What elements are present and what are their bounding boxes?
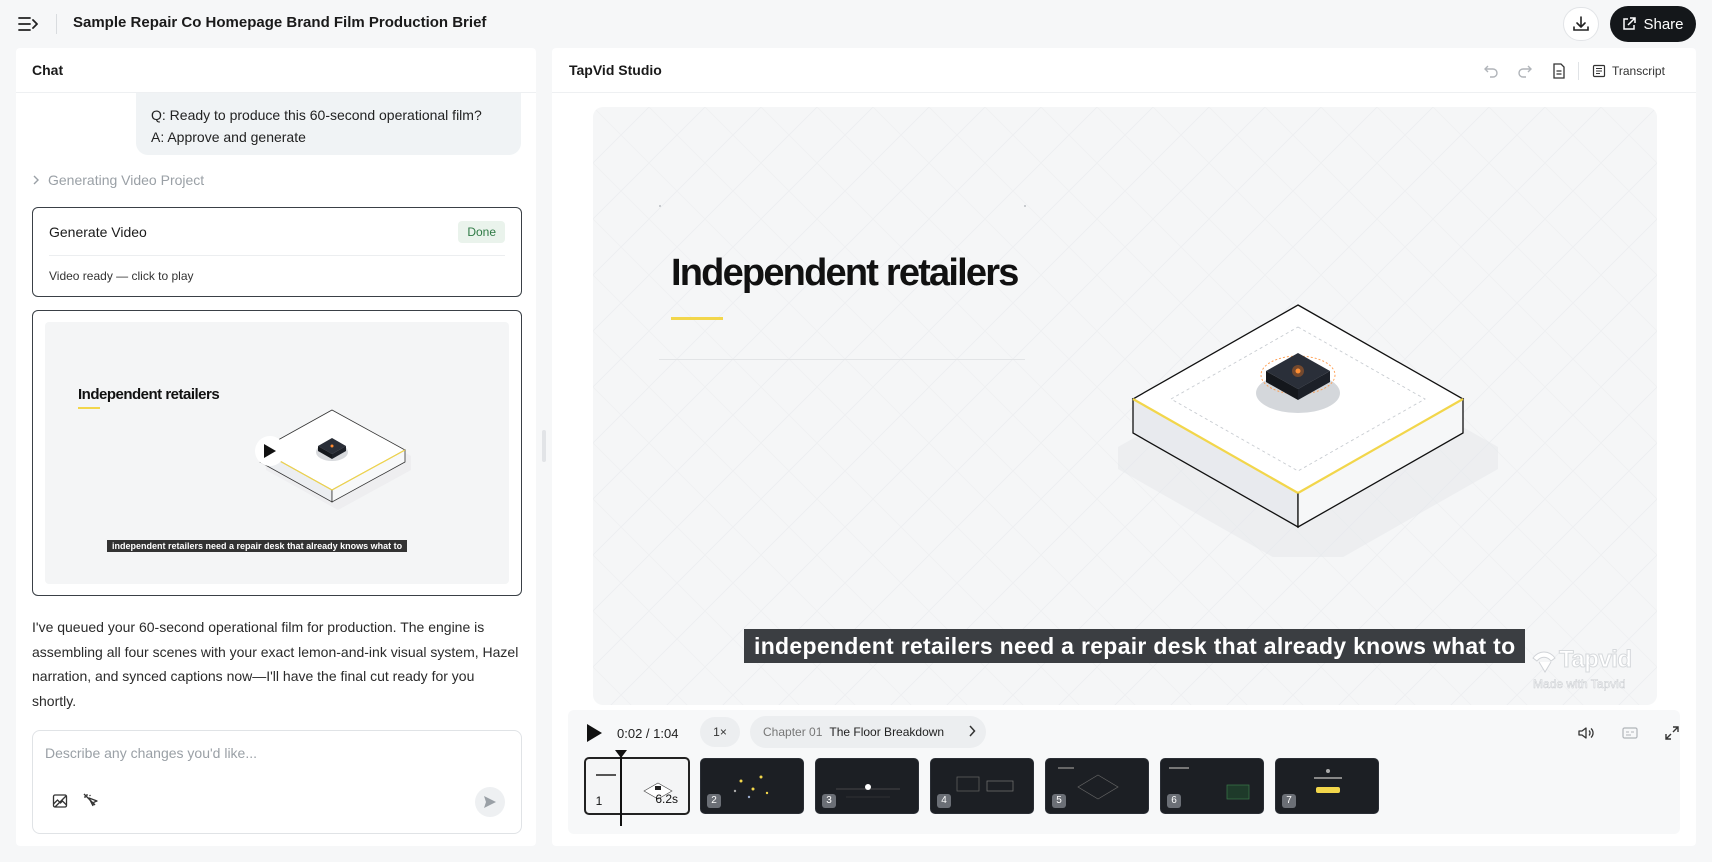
undo-icon[interactable] [1479,59,1503,83]
chapter-selector[interactable]: Chapter 01 The Floor Breakdown [750,716,986,748]
watermark-subtext: Made with Tapvid [1533,677,1626,692]
scene-thumbnail-1[interactable]: 1 6.2s [584,757,690,815]
scene-thumbnail-5[interactable]: 5 [1045,758,1149,814]
scene-thumbnail-3[interactable]: 3 [815,758,919,814]
scene-title: Independent retailers [671,252,1019,294]
preview-title-underline [78,407,100,409]
external-link-icon [1623,17,1637,30]
play-icon [587,724,602,742]
chapter-number: Chapter 01 [763,725,823,739]
download-button[interactable] [1563,7,1599,41]
share-button[interactable]: Share [1610,6,1696,42]
transcript-label: Transcript [1612,64,1665,78]
top-bar: Sample Repair Co Homepage Brand Film Pro… [0,0,1712,48]
thumbnail-number: 6 [1167,794,1181,808]
message-input[interactable] [45,741,505,765]
chevron-right-icon [33,175,39,185]
chat-title: Chat [32,62,64,78]
share-label: Share [1643,15,1684,33]
send-icon [484,796,496,808]
frame-corner-mark [1024,205,1026,207]
tapvid-watermark: Tapvid Made with Tapvid [1523,642,1648,692]
generating-label: Generating Video Project [48,172,205,188]
frame-corner-mark [659,205,661,207]
thumbnail-number: 3 [822,794,836,808]
playback-speed-button[interactable]: 1× [700,717,740,747]
captions-icon[interactable] [1618,721,1642,745]
preview-scene-title: Independent retailers [78,386,220,403]
scene-title-underline [671,317,723,320]
user-question: Q: Ready to produce this 60-second opera… [151,107,482,123]
image-edit-icon[interactable] [49,790,71,812]
scene-caption: independent retailers need a repair desk… [744,629,1526,663]
play-icon [264,444,276,458]
redo-icon[interactable] [1513,59,1537,83]
document-title: Sample Repair Co Homepage Brand Film Pro… [73,14,487,31]
message-composer [32,730,522,834]
card-divider [49,255,505,256]
thumbnail-number: 2 [707,794,721,808]
chevron-right-icon [969,725,976,737]
sidebar-toggle-icon[interactable] [16,12,40,36]
thumbnail-number: 4 [937,794,951,808]
scene-rule [659,359,1025,360]
status-badge: Done [458,221,505,243]
player-controls: 0:02 / 1:04 1× Chapter 01 The Floor Brea… [568,710,1680,834]
tapvid-logo-icon [1532,651,1556,673]
video-stage[interactable]: Independent retailers independent retail… [593,107,1657,705]
fullscreen-icon[interactable] [1660,721,1684,745]
repair-desk-platform-illustration [1118,304,1498,557]
studio-title: TapVid Studio [569,62,662,78]
cursor-select-icon[interactable] [80,790,102,812]
playhead[interactable] [620,754,622,826]
preview-play-button[interactable] [255,436,285,466]
generate-video-title: Generate Video [49,224,147,240]
volume-icon[interactable] [1574,721,1598,745]
send-button[interactable] [475,787,505,817]
video-preview-card[interactable]: Independent retailers independent retail… [32,310,522,596]
generate-video-card[interactable]: Generate Video Done Video ready — click … [32,207,522,297]
thumbnail-duration: 6.2s [655,792,678,806]
playback-time: 0:02 / 1:04 [617,726,679,741]
scene-thumbnail-4[interactable]: 4 [930,758,1034,814]
thumbnail-number: 7 [1282,794,1296,808]
document-icon[interactable] [1547,59,1571,83]
generating-project-toggle[interactable]: Generating Video Project [32,172,204,188]
chapter-name: The Floor Breakdown [829,725,945,739]
video-ready-text: Video ready — click to play [49,269,194,283]
transcript-icon [1592,64,1606,78]
user-message-bubble: Q: Ready to produce this 60-second opera… [136,93,521,155]
header-divider [56,14,57,34]
video-preview-frame: Independent retailers independent retail… [45,322,509,584]
thumbnail-number: 5 [1052,794,1066,808]
chat-panel: Chat Q: Ready to produce this 60-second … [16,48,536,846]
user-answer: A: Approve and generate [151,129,306,145]
panel-resize-handle[interactable] [542,430,546,462]
scene-thumbnail-2[interactable]: 2 [700,758,804,814]
studio-panel: TapVid Studio Transcript Independent ret… [552,48,1696,846]
play-button[interactable] [582,721,606,745]
download-icon [1573,16,1589,31]
assistant-message: I've queued your 60-second operational f… [32,619,519,709]
studio-header-divider [552,92,1696,93]
scene-thumbnail-7[interactable]: 7 [1275,758,1379,814]
transcript-button[interactable]: Transcript [1592,59,1665,83]
thumbnail-number: 1 [595,794,603,808]
preview-caption: independent retailers need a repair desk… [107,540,408,552]
scene-thumbnail-6[interactable]: 6 [1160,758,1264,814]
toolbar-divider [1578,62,1579,80]
watermark-text: Tapvid [1559,646,1633,674]
